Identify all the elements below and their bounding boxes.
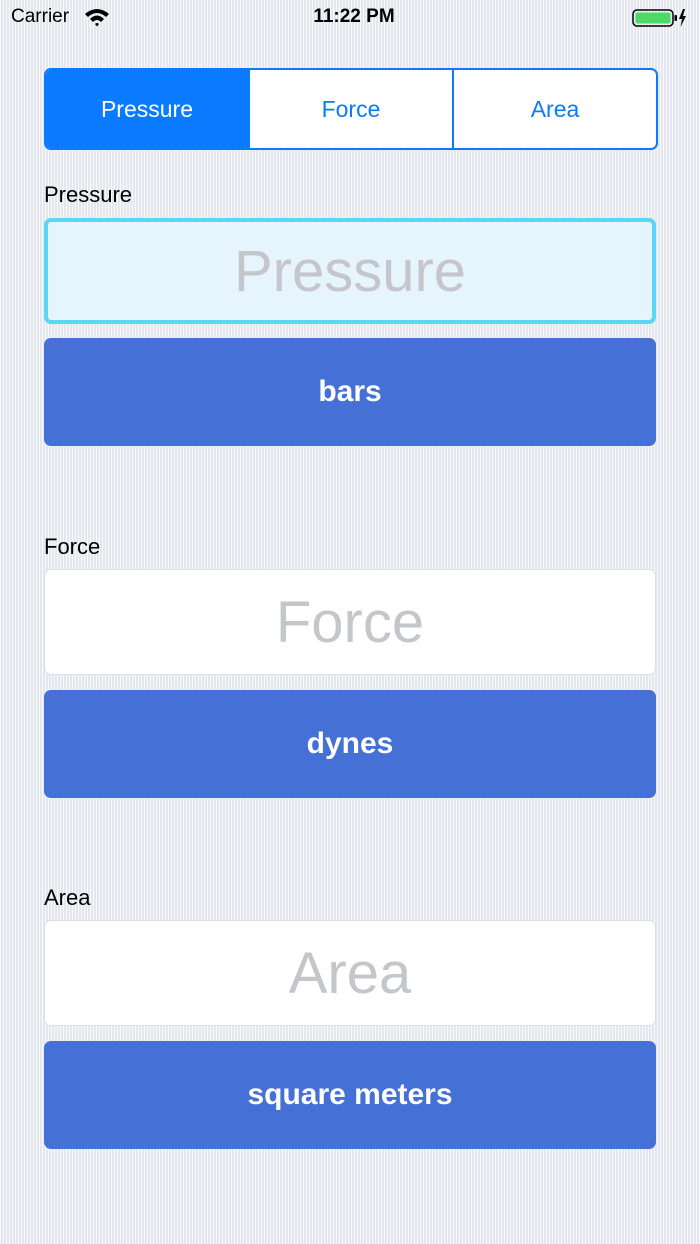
pressure-label: Pressure <box>44 182 133 207</box>
pressure-input[interactable] <box>44 218 656 324</box>
battery-charging-icon <box>632 9 686 27</box>
force-unit-button[interactable]: dynes <box>44 690 656 798</box>
force-input[interactable] <box>44 569 656 675</box>
segment-force[interactable]: Force <box>248 70 452 148</box>
area-unit-button[interactable]: square meters <box>44 1041 656 1149</box>
area-input[interactable] <box>44 920 656 1026</box>
segment-area[interactable]: Area <box>452 70 656 148</box>
status-time: 11:22 PM <box>313 6 395 27</box>
area-label: Area <box>44 885 91 910</box>
pressure-unit-button[interactable]: bars <box>44 338 656 446</box>
unit-segmented-control: Pressure Force Area <box>44 68 658 150</box>
segment-pressure[interactable]: Pressure <box>46 70 248 148</box>
force-label: Force <box>44 534 101 559</box>
status-bar: Carrier 11:22 PM <box>0 0 700 36</box>
